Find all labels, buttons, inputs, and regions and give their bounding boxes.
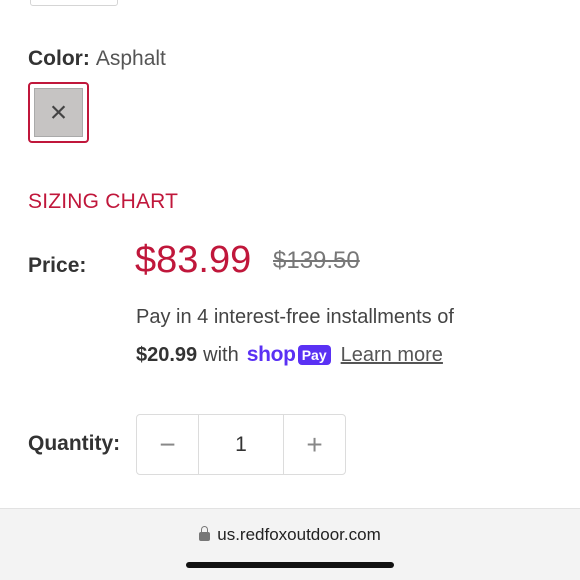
quantity-decrease-button[interactable]: −: [137, 415, 198, 474]
installment-amount: $20.99: [136, 344, 198, 366]
color-label: Color:: [28, 47, 90, 70]
quantity-stepper: − 1 +: [136, 414, 346, 475]
home-indicator[interactable]: [186, 562, 394, 568]
color-value: Asphalt: [95, 47, 166, 70]
url-text: us.redfoxoutdoor.com: [217, 525, 381, 544]
current-price: $83.99: [135, 239, 252, 281]
swatch-unavailable-icon: ×: [34, 88, 83, 137]
browser-address-bar[interactable]: us.redfoxoutdoor.com: [0, 508, 580, 580]
learn-more-link[interactable]: Learn more: [341, 342, 443, 368]
sizing-chart-link[interactable]: SIZING CHART: [28, 190, 178, 214]
installments-text: Pay in 4 interest-free installments of: [136, 306, 454, 328]
lock-icon: [199, 526, 211, 541]
installment-with: with: [203, 344, 239, 366]
quantity-label: Quantity:: [28, 432, 121, 455]
color-row: Color: Asphalt: [28, 46, 166, 72]
shop-pay-badge: Pay: [297, 345, 331, 365]
url-display[interactable]: us.redfoxoutdoor.com: [0, 525, 580, 545]
compare-at-price: $139.50: [273, 247, 360, 274]
size-option-partial[interactable]: [30, 0, 118, 6]
color-swatch-asphalt[interactable]: ×: [28, 82, 89, 143]
price-label: Price:: [28, 254, 87, 277]
quantity-increase-button[interactable]: +: [284, 415, 345, 474]
shop-pay-logo: shop: [246, 343, 296, 366]
installments-row: $20.99 with shop Pay Learn more: [136, 342, 443, 368]
quantity-input[interactable]: 1: [198, 415, 284, 474]
